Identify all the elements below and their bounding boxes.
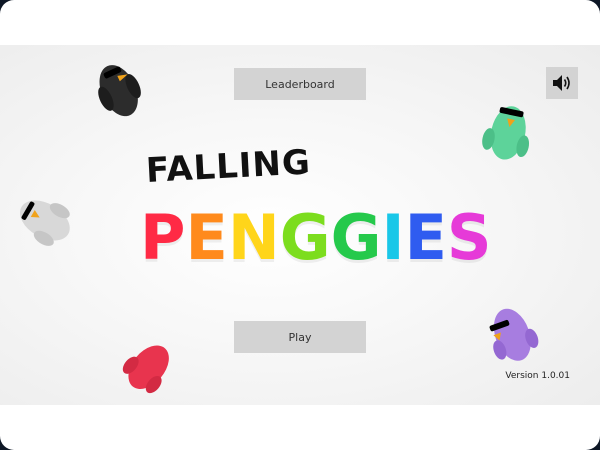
title-letter: G bbox=[279, 201, 331, 274]
title-penggies: P E N G G I E S bbox=[140, 193, 492, 283]
game-canvas: Leaderboard FALLING P E N G G I E S Play bbox=[0, 45, 600, 405]
title-letter: G bbox=[330, 201, 382, 274]
title-letter: E bbox=[404, 201, 447, 274]
play-button-label: Play bbox=[288, 330, 312, 344]
speaker-icon bbox=[553, 75, 570, 91]
black-penguin bbox=[98, 65, 141, 117]
title-letter: S bbox=[446, 201, 492, 274]
title-letter: I bbox=[381, 201, 405, 274]
play-button[interactable]: Play bbox=[234, 321, 366, 353]
game-screen: Leaderboard FALLING P E N G G I E S Play bbox=[0, 0, 600, 450]
sound-toggle-button[interactable] bbox=[546, 67, 578, 99]
white-penguin bbox=[19, 200, 70, 246]
version-label: Version 1.0.01 bbox=[505, 371, 570, 381]
purple-penguin bbox=[489, 308, 539, 361]
leaderboard-button[interactable]: Leaderboard bbox=[234, 68, 366, 100]
title-letter: P bbox=[140, 201, 186, 274]
red-penguin bbox=[122, 345, 169, 394]
green-penguin bbox=[482, 106, 530, 160]
title-falling: FALLING bbox=[144, 142, 312, 191]
title-letter: N bbox=[227, 201, 280, 274]
leaderboard-button-label: Leaderboard bbox=[265, 77, 335, 91]
title-letter: E bbox=[185, 201, 228, 274]
